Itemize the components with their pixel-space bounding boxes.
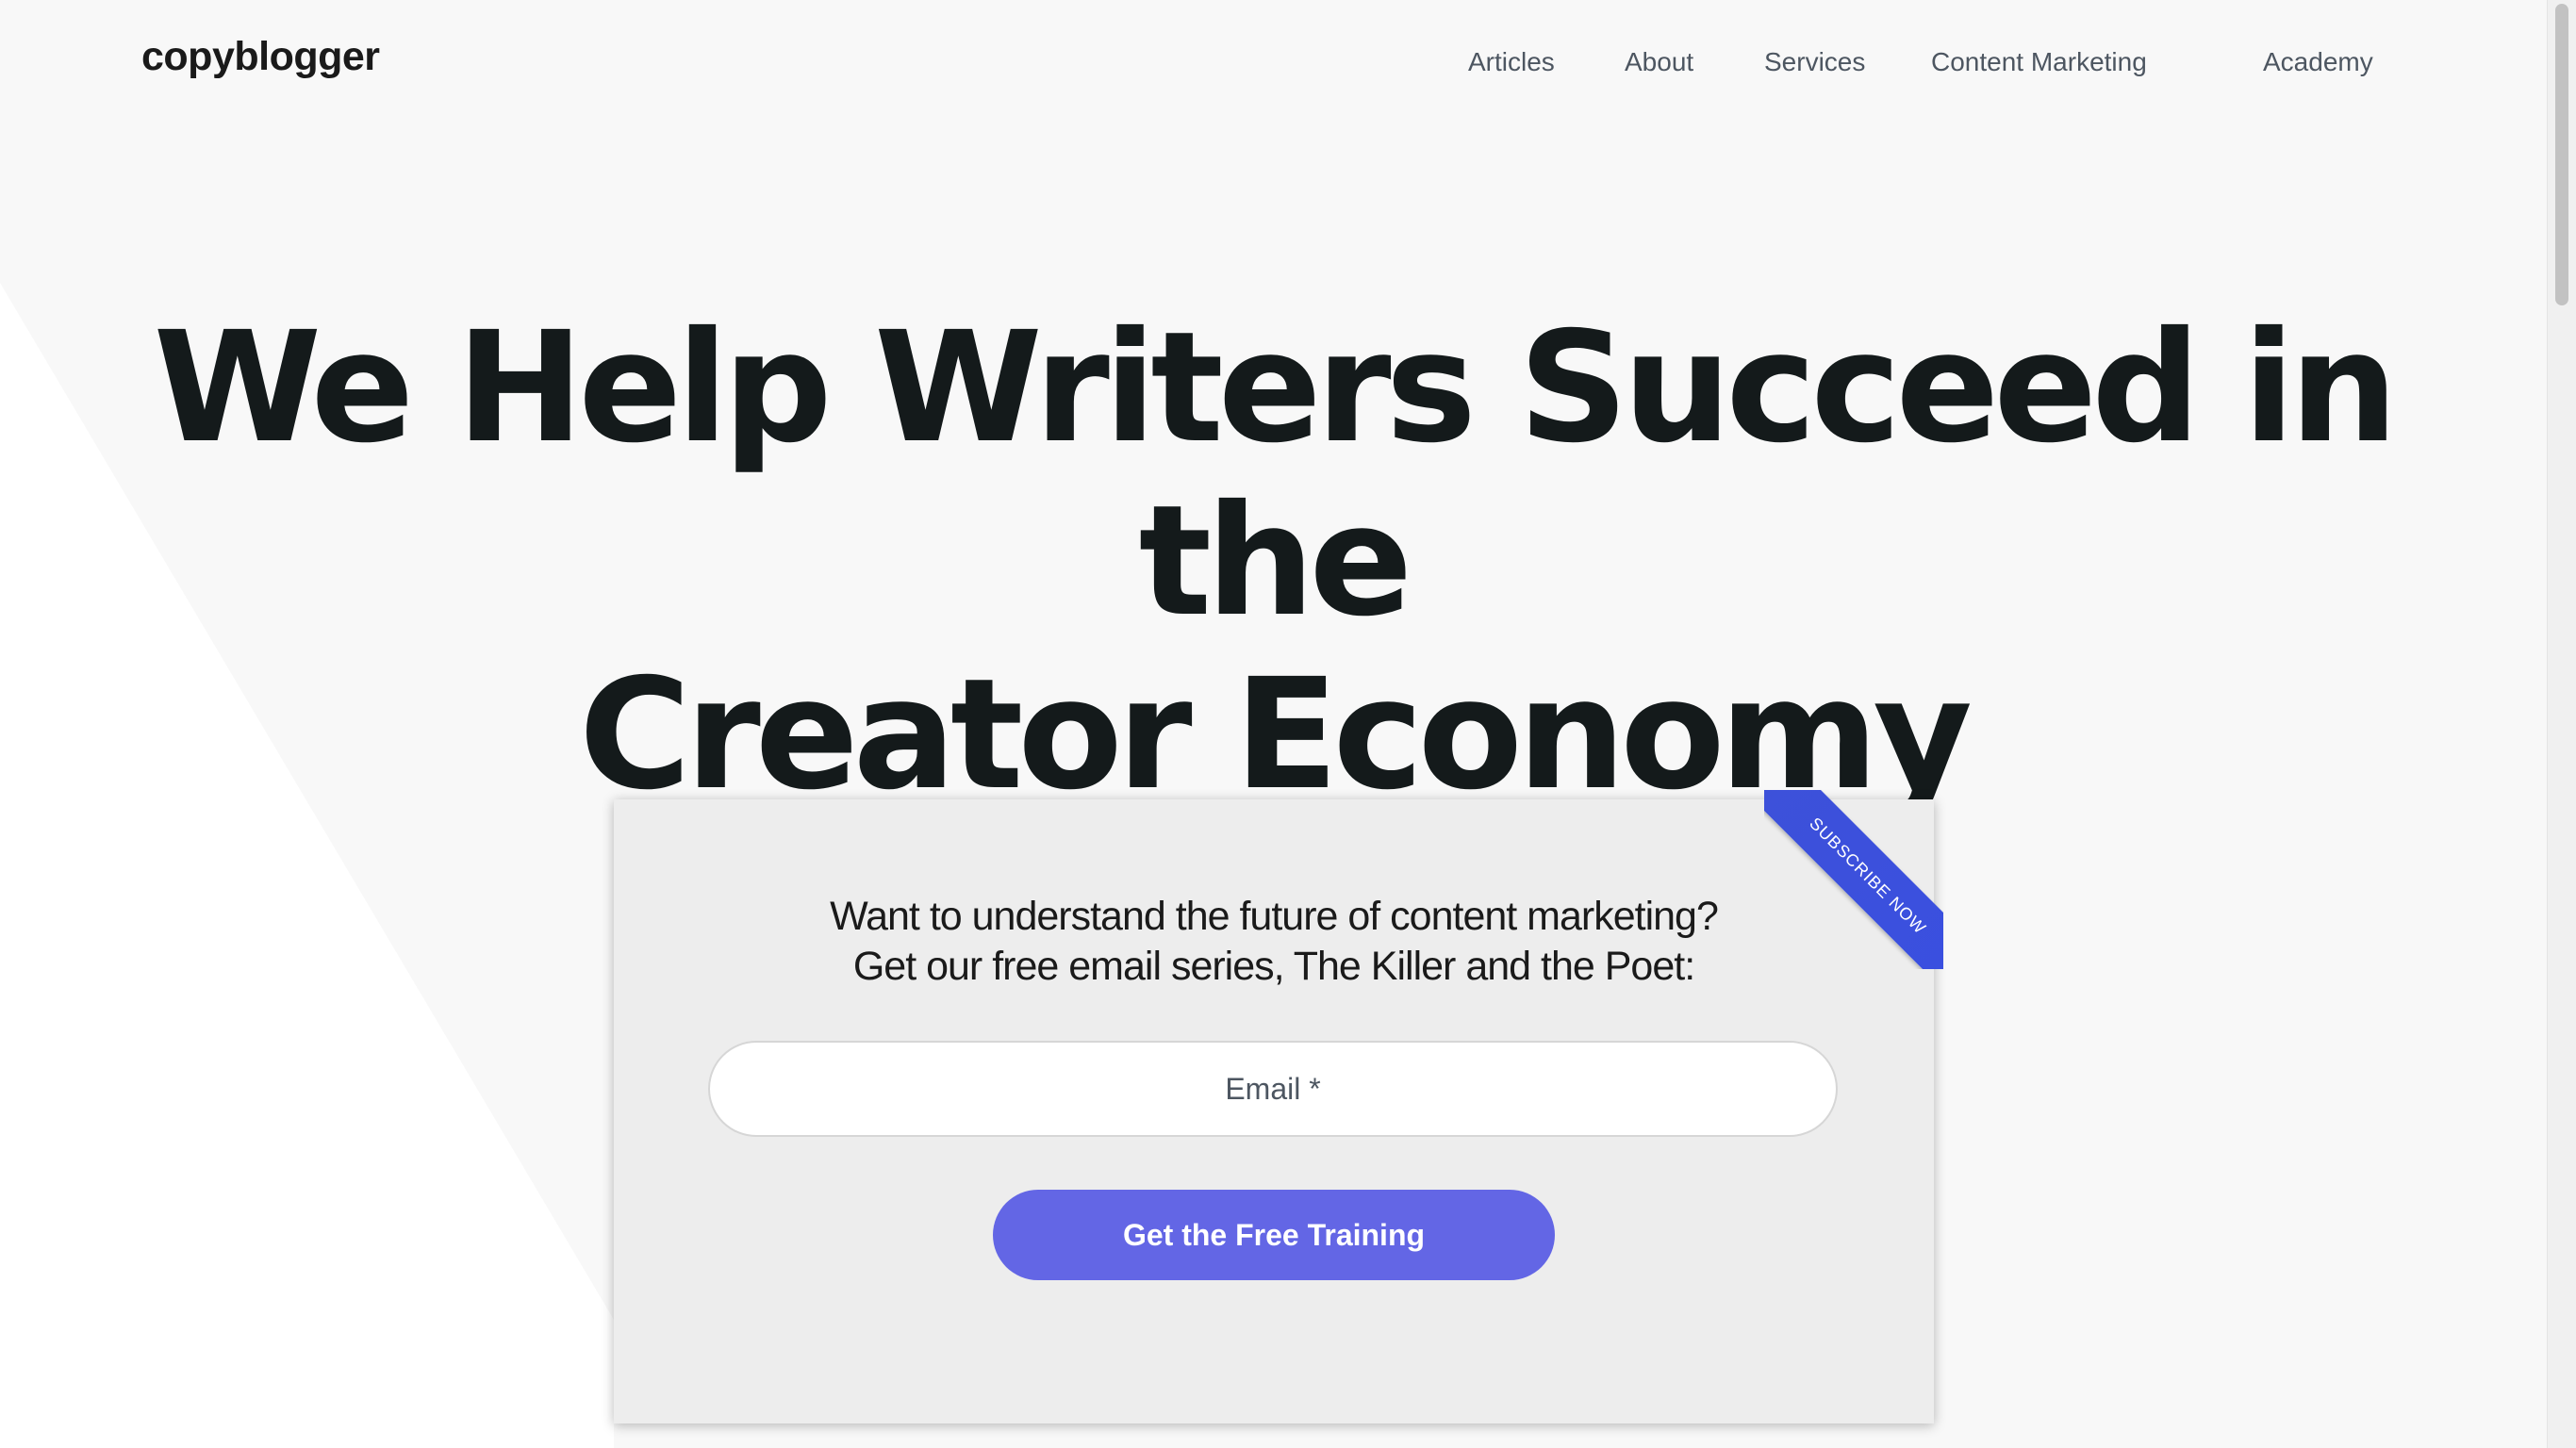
signup-text-line-1: Want to understand the future of content… bbox=[830, 894, 1719, 939]
get-free-training-button[interactable]: Get the Free Training bbox=[993, 1190, 1555, 1280]
nav-item-articles[interactable]: Articles bbox=[1468, 47, 1555, 77]
nav-item-content-marketing[interactable]: Content Marketing bbox=[1931, 47, 2147, 77]
page-scrollbar[interactable] bbox=[2547, 0, 2576, 1448]
signup-card: SUBSCRIBE NOW Want to understand the fut… bbox=[614, 790, 1943, 1423]
hero-headline: We Help Writers Succeed in the Creator E… bbox=[94, 302, 2452, 822]
page: copyblogger Articles About Services Cont… bbox=[0, 0, 2576, 1448]
hero-headline-line-1: We Help Writers Succeed in the bbox=[153, 300, 2399, 650]
nav-item-academy[interactable]: Academy bbox=[2263, 47, 2373, 77]
signup-description: Want to understand the future of content… bbox=[614, 892, 1934, 992]
nav-item-services[interactable]: Services bbox=[1764, 47, 1865, 77]
hero-headline-line-2: Creator Economy bbox=[578, 647, 1973, 824]
main-nav: Articles About Services Content Marketin… bbox=[0, 47, 2576, 85]
email-field[interactable] bbox=[708, 1041, 1838, 1137]
scrollbar-thumb[interactable] bbox=[2555, 4, 2568, 305]
signup-text-line-2: Get our free email series, The Killer an… bbox=[852, 944, 1695, 989]
nav-item-about[interactable]: About bbox=[1625, 47, 1693, 77]
